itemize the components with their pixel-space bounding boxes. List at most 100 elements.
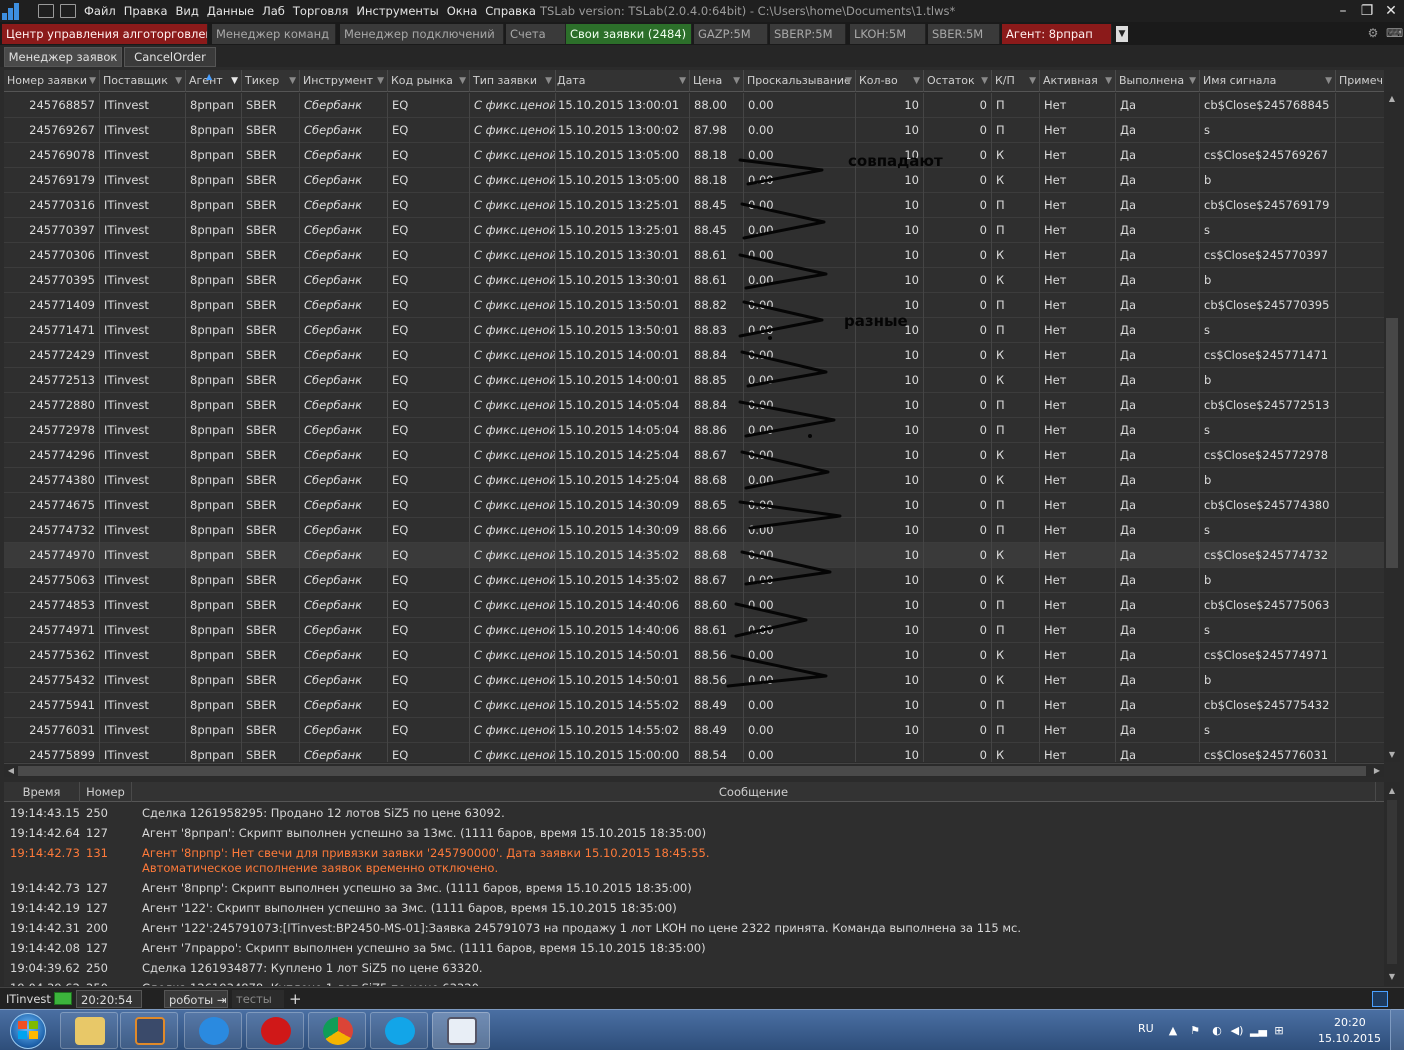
- maximize-icon[interactable]: ❐: [1358, 2, 1376, 20]
- filter-icon[interactable]: ▼: [733, 70, 740, 92]
- taskbar-tslab[interactable]: [432, 1012, 490, 1049]
- filter-icon[interactable]: ▼: [679, 70, 686, 92]
- col-header-instrument[interactable]: Инструмент ▼: [300, 70, 388, 92]
- filter-icon[interactable]: ▼: [377, 70, 384, 92]
- table-row[interactable]: 245769179 ITinvest 8рпрап SBER Сбербанк EQ С ф…: [4, 168, 1384, 193]
- filter-icon[interactable]: ▼: [1105, 70, 1112, 92]
- col-header-provider[interactable]: Поставщик ▼: [100, 70, 186, 92]
- language-indicator[interactable]: RU: [1138, 1022, 1154, 1035]
- table-row[interactable]: 245771409 ITinvest 8рпрап SBER Сбербанк EQ С ф…: [4, 293, 1384, 318]
- col-header-active[interactable]: Активная ▼: [1040, 70, 1116, 92]
- scroll-thumb[interactable]: [1386, 318, 1398, 568]
- filter-icon[interactable]: ▼: [1029, 70, 1036, 92]
- document-list-icon[interactable]: [1372, 991, 1388, 1007]
- col-header-slippage[interactable]: Проскальзывание ▼: [744, 70, 856, 92]
- col-header-executed[interactable]: Выполнена ▼: [1116, 70, 1200, 92]
- col-header-date[interactable]: Дата ▼: [554, 70, 690, 92]
- col-header-side[interactable]: К/П ▼: [992, 70, 1040, 92]
- table-row[interactable]: 245768857 ITinvest 8рпрап SBER Сбербанк EQ С ф…: [4, 93, 1384, 118]
- tab-cancel-order[interactable]: CancelOrder: [124, 47, 216, 67]
- start-button[interactable]: [2, 1011, 54, 1049]
- settings-gear-icon[interactable]: ⚙: [1366, 26, 1380, 40]
- table-row[interactable]: 245769078 ITinvest 8рпрап SBER Сбербанк EQ С ф…: [4, 143, 1384, 168]
- taskbar-internet-explorer[interactable]: [184, 1012, 242, 1049]
- scroll-down-icon[interactable]: ▼: [1384, 748, 1400, 762]
- print-icon[interactable]: [60, 4, 76, 18]
- filter-icon[interactable]: ▼: [175, 70, 182, 92]
- scroll-up-icon[interactable]: ▲: [1384, 92, 1400, 106]
- log-scroll-thumb[interactable]: [1387, 800, 1397, 964]
- log-col-number[interactable]: Номер: [80, 782, 132, 802]
- filter-icon[interactable]: ▼: [913, 70, 920, 92]
- doc-tab-4[interactable]: Свои заявки (2484): [566, 24, 692, 44]
- table-row[interactable]: 245774971 ITinvest 8рпрап SBER Сбербанк EQ С ф…: [4, 618, 1384, 643]
- col-header-agent[interactable]: Агент ▼ ▲: [186, 70, 242, 92]
- table-row[interactable]: 245772880 ITinvest 8рпрап SBER Сбербанк EQ С ф…: [4, 393, 1384, 418]
- table-row[interactable]: 245770395 ITinvest 8рпрап SBER Сбербанк EQ С ф…: [4, 268, 1384, 293]
- log-scrollbar[interactable]: ▲ ▼: [1384, 782, 1400, 986]
- show-desktop-button[interactable]: [1390, 1009, 1404, 1050]
- tray-expand-icon[interactable]: ▲: [1166, 1024, 1180, 1038]
- add-tab-button[interactable]: +: [289, 990, 303, 1008]
- minimize-icon[interactable]: –: [1334, 2, 1352, 20]
- col-header-ticker[interactable]: Тикер ▼: [242, 70, 300, 92]
- filter-icon[interactable]: ▼: [289, 70, 296, 92]
- table-row[interactable]: 245770397 ITinvest 8рпрап SBER Сбербанк EQ С ф…: [4, 218, 1384, 243]
- filter-icon[interactable]: ▼: [1325, 70, 1332, 92]
- table-row[interactable]: 245774853 ITinvest 8рпрап SBER Сбербанк EQ С ф…: [4, 593, 1384, 618]
- col-header-order-number[interactable]: Номер заявки ▼: [4, 70, 100, 92]
- log-scroll-up-icon[interactable]: ▲: [1384, 784, 1400, 798]
- tabs-dropdown-icon[interactable]: ▼: [1116, 26, 1128, 42]
- table-row[interactable]: 245772978 ITinvest 8рпрап SBER Сбербанк EQ С ф…: [4, 418, 1384, 443]
- clock-date[interactable]: 15.10.2015: [1318, 1032, 1381, 1045]
- col-header-quantity[interactable]: Кол-во ▼: [856, 70, 924, 92]
- doc-tab-7[interactable]: LKOH:5M: [850, 24, 926, 44]
- doc-tab-3[interactable]: Счета: [506, 24, 566, 44]
- filter-icon[interactable]: ▼: [545, 70, 552, 92]
- table-row[interactable]: 245771471 ITinvest 8рпрап SBER Сбербанк EQ С ф…: [4, 318, 1384, 343]
- col-header-note[interactable]: Примеч: [1336, 70, 1384, 92]
- table-row[interactable]: 245770306 ITinvest 8рпрап SBER Сбербанк EQ С ф…: [4, 243, 1384, 268]
- filter-icon[interactable]: ▼: [89, 70, 96, 92]
- taskbar-chrome[interactable]: [308, 1012, 366, 1049]
- menu-lab[interactable]: Лаб: [262, 4, 285, 18]
- scroll-right-icon[interactable]: ▶: [1370, 764, 1384, 778]
- menu-file[interactable]: Файл: [84, 4, 116, 18]
- table-row[interactable]: 245769267 ITinvest 8рпрап SBER Сбербанк EQ С ф…: [4, 118, 1384, 143]
- col-header-signal-name[interactable]: Имя сигнала ▼: [1200, 70, 1336, 92]
- windows-tray-icon[interactable]: ⊞: [1272, 1024, 1286, 1038]
- table-row[interactable]: 245775362 ITinvest 8рпрап SBER Сбербанк EQ С ф…: [4, 643, 1384, 668]
- volume-icon[interactable]: ◀): [1230, 1024, 1244, 1038]
- grid-vertical-scrollbar[interactable]: ▲ ▼: [1384, 92, 1400, 762]
- table-row[interactable]: 245774380 ITinvest 8рпрап SBER Сбербанк EQ С ф…: [4, 468, 1384, 493]
- table-row[interactable]: 245776031 ITinvest 8рпрап SBER Сбербанк EQ С ф…: [4, 718, 1384, 743]
- col-header-price[interactable]: Цена ▼: [690, 70, 744, 92]
- filter-icon[interactable]: ▼: [981, 70, 988, 92]
- taskbar-media-player[interactable]: [120, 1012, 178, 1049]
- log-col-time[interactable]: Время: [4, 782, 80, 802]
- table-row[interactable]: 245774296 ITinvest 8рпрап SBER Сбербанк EQ С ф…: [4, 443, 1384, 468]
- table-row[interactable]: 245775899 ITinvest 8рпрап SBER Сбербанк EQ С ф…: [4, 743, 1384, 762]
- menu-windows[interactable]: Окна: [447, 4, 478, 18]
- filter-icon[interactable]: ▼: [231, 70, 238, 92]
- table-row[interactable]: 245775063 ITinvest 8рпрап SBER Сбербанк EQ С ф…: [4, 568, 1384, 593]
- menu-help[interactable]: Справка: [485, 4, 536, 18]
- filter-icon[interactable]: ▼: [845, 70, 852, 92]
- doc-tab-6[interactable]: SBERP:5M: [770, 24, 846, 44]
- doc-tab-1[interactable]: Менеджер команд: [212, 24, 336, 44]
- doc-tab-9[interactable]: Агент: 8рпрап: [1002, 24, 1112, 44]
- taskbar-explorer[interactable]: [60, 1012, 118, 1049]
- tab-tests[interactable]: тесты: [232, 990, 284, 1008]
- table-row[interactable]: 245774970 ITinvest 8рпрап SBER Сбербанк EQ С ф…: [4, 543, 1384, 568]
- filter-icon[interactable]: ▼: [1189, 70, 1196, 92]
- log-scroll-down-icon[interactable]: ▼: [1384, 970, 1400, 984]
- signal-icon[interactable]: ▂▄: [1250, 1024, 1267, 1038]
- taskbar-skype[interactable]: [370, 1012, 428, 1049]
- col-header-market-code[interactable]: Код рынка ▼: [388, 70, 470, 92]
- scroll-left-icon[interactable]: ◀: [4, 764, 18, 778]
- doc-tab-8[interactable]: SBER:5M: [928, 24, 1000, 44]
- tab-order-manager[interactable]: Менеджер заявок: [4, 47, 122, 67]
- menu-data[interactable]: Данные: [207, 4, 254, 18]
- doc-tab-2[interactable]: Менеджер подключений: [340, 24, 504, 44]
- taskbar-opera[interactable]: [246, 1012, 304, 1049]
